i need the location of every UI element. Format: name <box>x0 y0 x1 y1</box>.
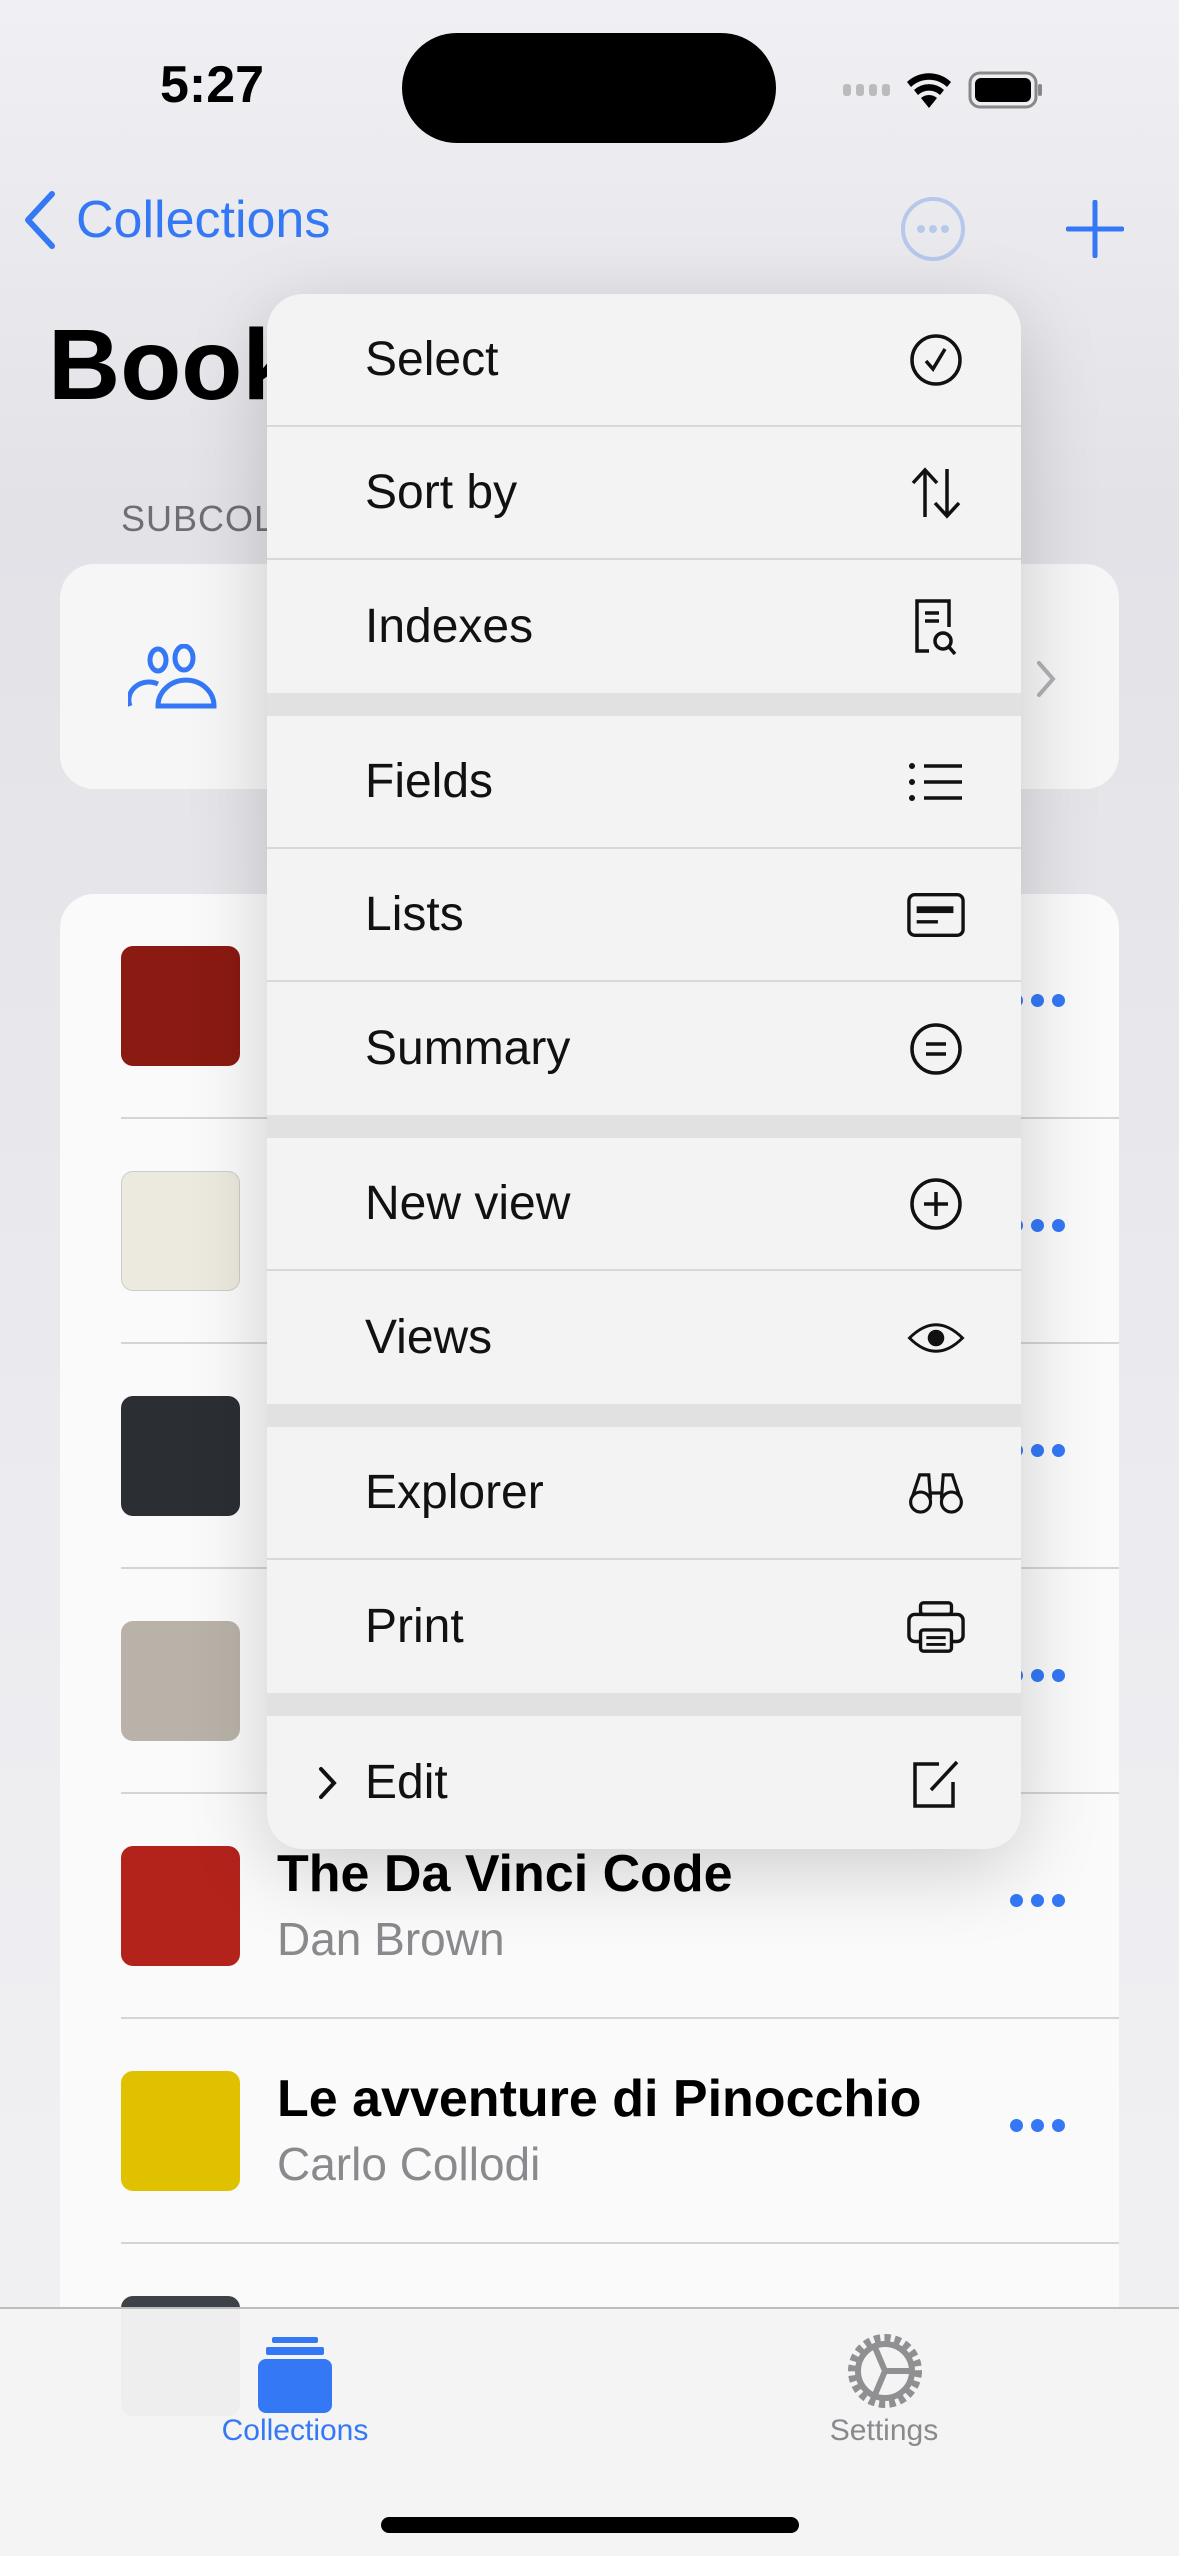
context-menu: Select Sort by Indexes Fields Lists Summ… <box>267 294 1021 1849</box>
gear-icon <box>848 2334 922 2408</box>
book-author: Carlo Collodi <box>277 2138 541 2190</box>
chevron-left-icon <box>25 191 55 249</box>
book-title: The Da Vinci Code <box>277 1845 733 1903</box>
book-title: Le avventure di Pinocchio <box>277 2070 922 2128</box>
list-card-icon <box>907 886 965 944</box>
book-cover <box>121 1621 240 1741</box>
square-pencil-icon <box>907 1754 965 1812</box>
book-cover <box>121 946 240 1066</box>
plus-circle-icon <box>907 1175 965 1233</box>
binoculars-icon <box>907 1464 965 1522</box>
menu-item-new-view[interactable]: New view <box>267 1138 1021 1271</box>
menu-item-sort-by[interactable]: Sort by <box>267 427 1021 560</box>
menu-item-fields[interactable]: Fields <box>267 716 1021 849</box>
page-title: Book <box>48 309 298 421</box>
equal-circle-icon <box>907 1020 965 1078</box>
menu-item-explorer[interactable]: Explorer <box>267 1427 1021 1560</box>
more-options-button[interactable] <box>900 196 966 262</box>
book-cover <box>121 1846 240 1966</box>
menu-item-select[interactable]: Select <box>267 294 1021 427</box>
book-cover <box>121 1171 240 1291</box>
back-label: Collections <box>76 191 331 249</box>
row-more-button[interactable] <box>1010 2119 1065 2132</box>
row-more-button[interactable] <box>1010 1894 1065 1907</box>
arrow-up-down-icon <box>907 464 965 522</box>
back-button[interactable]: Collections <box>22 190 330 250</box>
menu-item-views[interactable]: Views <box>267 1271 1021 1404</box>
wifi-icon <box>907 73 951 108</box>
chevron-right-icon <box>1037 661 1056 697</box>
doc-search-icon <box>907 598 965 656</box>
battery-icon <box>968 71 1042 109</box>
menu-item-print[interactable]: Print <box>267 1560 1021 1693</box>
menu-item-edit[interactable]: Edit <box>267 1716 1021 1849</box>
people-icon <box>128 644 217 709</box>
book-row[interactable]: Le avventure di Pinocchio Carlo Collodi <box>60 2019 1119 2244</box>
book-cover <box>121 2071 240 2191</box>
subcollections-header: SUBCOL <box>121 498 276 539</box>
chevron-right-icon <box>319 1766 337 1799</box>
menu-item-summary[interactable]: Summary <box>267 982 1021 1115</box>
eye-icon <box>907 1309 965 1367</box>
menu-item-lists[interactable]: Lists <box>267 849 1021 982</box>
menu-item-indexes[interactable]: Indexes <box>267 560 1021 693</box>
book-author: Dan Brown <box>277 1913 505 1965</box>
home-indicator[interactable] <box>381 2517 799 2533</box>
dynamic-island <box>402 33 776 143</box>
status-time: 5:27 <box>160 56 265 114</box>
book-cover <box>121 1396 240 1516</box>
printer-icon <box>907 1598 965 1656</box>
checkmark-circle-icon <box>907 331 965 389</box>
list-bullet-icon <box>907 753 965 811</box>
signal-icon <box>843 84 890 96</box>
collections-icon <box>258 2337 332 2413</box>
add-button[interactable] <box>1066 200 1124 258</box>
status-icons <box>843 70 1044 110</box>
